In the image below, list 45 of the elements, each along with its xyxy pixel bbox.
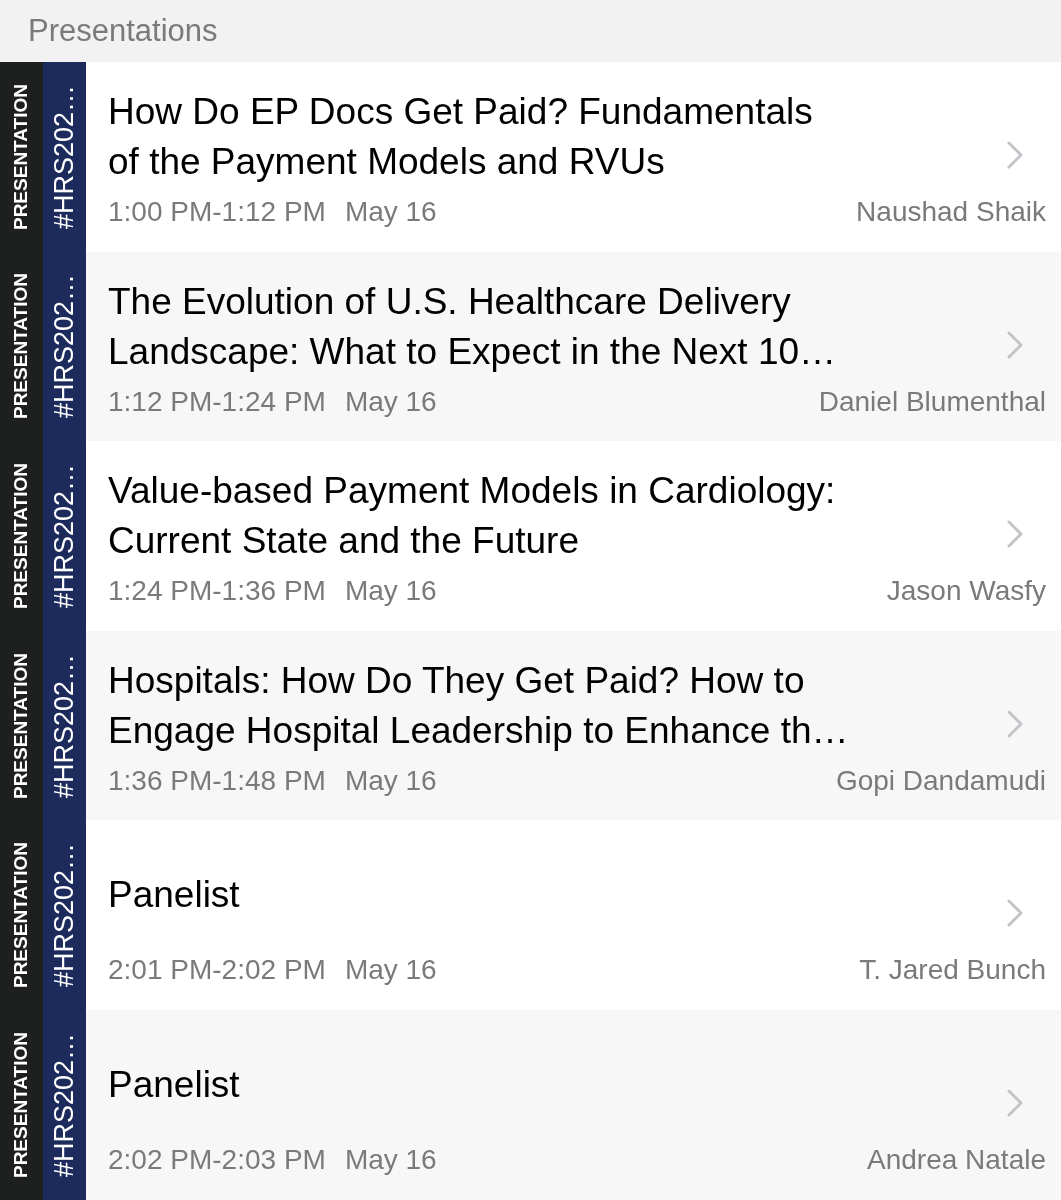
session-title: Panelist [108,1063,240,1105]
chevron-right-icon [1006,140,1024,170]
session-title: The Evolution of U.S. Healthcare Delivery Landscape: What to Expect in the Next 10… [108,280,837,372]
session-row[interactable]: PRESENTATION #HRS202… The Evolution of U.S. Healthcare Delivery Landscape: What to Expect in the Next 10… 1:12 PM-1:24 PM May 16 Daniel Blumenthal [0,251,1061,442]
speaker-name: Daniel Blumenthal [818,384,1046,419]
event-tag: #HRS202… [43,251,86,442]
session-date: May 16 [344,953,437,988]
type-tag: PRESENTATION [0,251,43,442]
session-title: Hospitals: How Do They Get Paid? How to Engage Hospital Leadership to Enhance th… [108,659,849,751]
session-date: May 16 [344,574,437,609]
chevron-right-icon [1006,1087,1024,1118]
session-time: 1:36 PM-1:48 PM [108,763,326,798]
speaker-name: T. Jared Bunch [859,953,1046,988]
session-date: May 16 [344,763,437,798]
session-time: 2:02 PM-2:03 PM [108,1142,326,1177]
session-date: May 16 [344,384,437,419]
session-time: 1:00 PM-1:12 PM [108,195,326,229]
event-tag: #HRS202… [43,62,86,252]
chevron-right-icon [1006,519,1024,550]
type-tag: PRESENTATION [0,630,43,821]
type-tag: PRESENTATION [0,1009,43,1200]
speaker-name: Jason Wasfy [886,574,1046,609]
session-row[interactable]: PRESENTATION #HRS202… Hospitals: How Do They Get Paid? How to Engage Hospital Leadership to Enhance th… 1:36 PM-1:48 PM May 16 Gopi Dandamudi [0,630,1061,821]
chevron-right-icon [1006,898,1024,929]
session-title: How Do EP Docs Get Paid? Fundamentals of the Payment Models and RVUs [108,91,813,182]
session-date: May 16 [344,1142,437,1177]
event-tag: #HRS202… [43,630,86,821]
chevron-right-icon [1006,329,1024,360]
type-tag: PRESENTATION [0,441,43,631]
chevron-right-icon [1006,708,1024,739]
session-time: 2:01 PM-2:02 PM [108,953,326,988]
type-tag: PRESENTATION [0,62,43,252]
type-tag: PRESENTATION [0,820,43,1010]
session-title: Panelist [108,874,240,916]
session-date: May 16 [344,195,437,229]
speaker-name: Gopi Dandamudi [835,763,1046,798]
event-tag: #HRS202… [43,820,86,1010]
session-title: Value-based Payment Models in Cardiology: Current State and the Future [108,470,836,562]
section-title: Presentations [28,11,218,50]
event-tag: #HRS202… [43,441,86,631]
session-time: 1:12 PM-1:24 PM [108,384,326,419]
speaker-name: Naushad Shaik [856,195,1046,229]
event-tag: #HRS202… [43,1009,86,1200]
session-time: 1:24 PM-1:36 PM [108,574,326,609]
speaker-name: Andrea Natale [867,1142,1046,1177]
